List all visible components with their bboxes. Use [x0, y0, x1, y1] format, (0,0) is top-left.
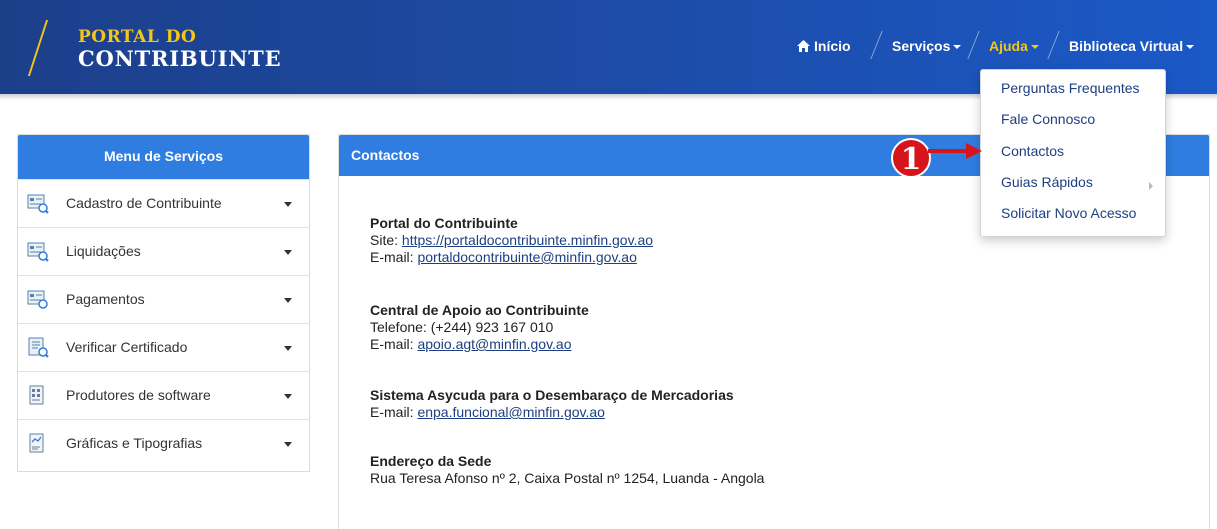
nav-ajuda-label: Ajuda [989, 38, 1028, 54]
sidebar-item-label: Cadastro de Contribuinte [66, 195, 222, 211]
annotation-arrow-head [966, 143, 982, 159]
sidebar-item-label: Pagamentos [66, 291, 145, 307]
print-icon [29, 433, 44, 453]
contact-block-sede: Endereço da Sede Rua Teresa Afonso nº 2,… [370, 453, 764, 487]
sidebar-item-cadastro[interactable]: Cadastro de Contribuinte [18, 179, 309, 227]
nav-separator [1047, 31, 1060, 59]
menu-item-contactos[interactable]: Contactos [1001, 143, 1064, 159]
sidebar-item-produtores-software[interactable]: Produtores de software [18, 371, 309, 419]
contact-block-title: Sistema Asycuda para o Desembaraço de Me… [370, 387, 734, 403]
chevron-down-icon [284, 202, 292, 207]
nav-home-label: Início [814, 38, 851, 54]
payment-icon [27, 290, 48, 309]
ajuda-dropdown-menu: Perguntas Frequentes Fale Connosco Conta… [980, 69, 1166, 237]
chevron-down-icon [284, 394, 292, 399]
nav-separator [967, 31, 980, 59]
chevron-down-icon [284, 346, 292, 351]
contact-block-title: Central de Apoio ao Contribuinte [370, 302, 589, 318]
menu-item-perguntas-frequentes[interactable]: Perguntas Frequentes [1001, 80, 1140, 96]
nav-biblioteca-label: Biblioteca Virtual [1069, 38, 1184, 54]
sidebar-item-verificar-certificado[interactable]: Verificar Certificado [18, 323, 309, 371]
menu-item-guias-rapidos[interactable]: Guias Rápidos [1001, 174, 1093, 190]
sidebar-item-pagamentos[interactable]: Pagamentos [18, 275, 309, 323]
liquidation-icon [27, 242, 49, 262]
annotation-step-badge: 1 [891, 138, 931, 178]
sidebar-item-liquidacoes[interactable]: Liquidações [18, 227, 309, 275]
logo-line1[interactable]: PORTAL DO [78, 27, 196, 47]
nav-ajuda[interactable]: Ajuda [989, 38, 1039, 58]
chevron-down-icon [1030, 45, 1039, 50]
chevron-right-icon [1149, 182, 1153, 190]
asycuda-email-link[interactable]: enpa.funcional@minfin.gov.ao [417, 404, 605, 420]
phone-text: Telefone: (+244) 923 167 010 [370, 319, 554, 335]
nav-servicos-label: Serviços [892, 38, 951, 54]
register-icon [27, 194, 49, 214]
nav-biblioteca[interactable]: Biblioteca Virtual [1069, 38, 1195, 58]
email-label: E-mail: [370, 404, 414, 420]
menu-item-fale-connosco[interactable]: Fale Connosco [1001, 111, 1095, 127]
sidebar-item-label: Gráficas e Tipografias [66, 435, 203, 451]
chevron-down-icon [284, 442, 292, 447]
apoio-email-link[interactable]: apoio.agt@minfin.gov.ao [417, 336, 571, 352]
sidebar-item-label: Liquidações [66, 243, 141, 259]
sidebar-item-graficas-tipografias[interactable]: Gráficas e Tipografias [18, 419, 309, 467]
software-icon [29, 385, 44, 405]
portal-site-link[interactable]: https://portaldocontribuinte.minfin.gov.… [402, 232, 653, 248]
contact-block-title: Portal do Contribuinte [370, 215, 518, 231]
logo-line2[interactable]: CONTRIBUINTE [78, 46, 281, 71]
contact-block-asycuda: Sistema Asycuda para o Desembaraço de Me… [370, 387, 734, 421]
site-label: Site: [370, 232, 399, 248]
sidebar-title: Menu de Serviços [18, 135, 309, 179]
chevron-down-icon [1186, 45, 1195, 50]
home-icon [797, 40, 810, 52]
menu-item-solicitar-novo-acesso[interactable]: Solicitar Novo Acesso [1001, 205, 1136, 221]
chevron-down-icon [953, 45, 962, 50]
address-text: Rua Teresa Afonso nº 2, Caixa Postal nº … [370, 470, 765, 486]
sidebar-item-label: Verificar Certificado [66, 339, 188, 355]
services-sidebar: Menu de Serviços Cadastro de Contribuint… [17, 134, 310, 472]
contact-block-title: Endereço da Sede [370, 453, 492, 469]
certificate-icon [28, 337, 49, 358]
contact-block-central-apoio: Central de Apoio ao Contribuinte Telefon… [370, 302, 589, 353]
portal-email-link[interactable]: portaldocontribuinte@minfin.gov.ao [417, 249, 636, 265]
email-label: E-mail: [370, 249, 414, 265]
chevron-down-icon [284, 250, 292, 255]
sidebar-item-label: Produtores de software [66, 387, 211, 403]
nav-home[interactable]: Início [797, 38, 851, 58]
annotation-arrow [928, 149, 970, 153]
logo-slash-mark [27, 20, 49, 76]
chevron-down-icon [284, 298, 292, 303]
contact-block-portal: Portal do Contribuinte Site: https://por… [370, 215, 653, 266]
email-label: E-mail: [370, 336, 414, 352]
nav-servicos[interactable]: Serviços [892, 38, 962, 58]
nav-separator [870, 31, 883, 59]
